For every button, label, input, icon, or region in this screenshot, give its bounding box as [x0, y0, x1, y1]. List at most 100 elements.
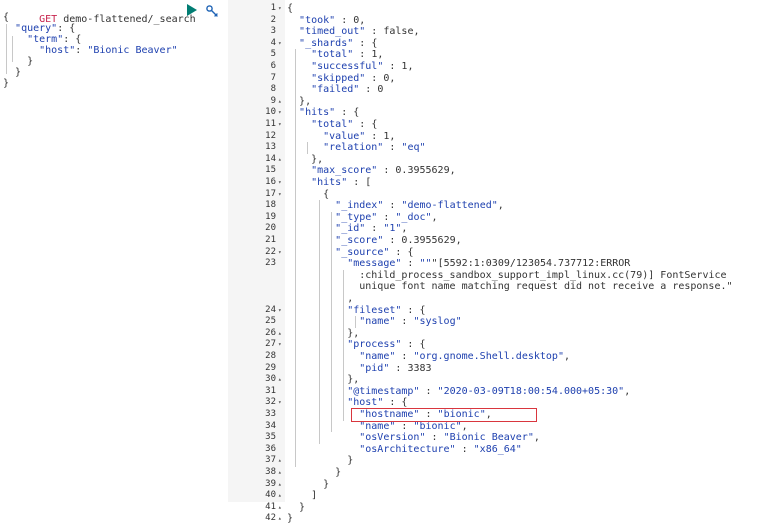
line-number: 20 [265, 223, 276, 234]
fold-expand-icon[interactable]: ▴ [278, 513, 284, 524]
response-line: } [335, 467, 342, 478]
line-number: 11 [265, 119, 276, 129]
line-number: 30 [265, 374, 276, 385]
line-number: 41 [265, 501, 276, 512]
line-number: 23 [265, 258, 276, 269]
line-number [256, 270, 276, 281]
line-number: 8 [270, 84, 276, 95]
request-method-line[interactable]: GET demo-flattened/_search [3, 2, 196, 25]
response-line: "failed" : 0 [311, 84, 384, 96]
response-viewer[interactable]: 1 ▾ 2 3 4 ▾ 5 6 7 8 9 ▴ 10 ▾ 11 ▾ 12 13 14 ▴ 15 16 ▾ 17 ▾ 18 19 20 2… [256, 0, 772, 524]
response-line: }, [347, 327, 360, 339]
fold-expand-icon[interactable]: ▴ [278, 96, 284, 107]
fold-expand-icon[interactable]: ▴ [278, 479, 284, 490]
run-request-button[interactable] [186, 4, 198, 16]
response-line: { [323, 188, 330, 200]
line-number: 17 [265, 188, 276, 199]
line-number-gutter: 1 ▾ 2 3 4 ▾ 5 6 7 8 9 ▴ 10 ▾ 11 ▾ 12 13 14 ▴ 15 16 ▾ 17 ▾ 18 19 20 2… [256, 0, 285, 523]
fold-collapse-icon[interactable]: ▾ [278, 397, 284, 408]
line-number: 37 [265, 455, 276, 466]
fold-expand-icon[interactable]: ▴ [278, 490, 284, 501]
response-line: "@timestamp" : "2020-03-09T18:00:54.000+… [347, 385, 631, 397]
line-number: 35 [265, 432, 276, 443]
line-number: 19 [265, 211, 276, 222]
fold-collapse-icon[interactable]: ▾ [278, 247, 284, 258]
line-number: 5 [270, 49, 276, 60]
response-line: "osArchitecture" : "x86_64" [359, 443, 522, 455]
fold-expand-icon[interactable]: ▴ [278, 328, 284, 339]
console-app: GET demo-flattened/_search { "query": { … [0, 0, 772, 524]
line-number: 12 [265, 130, 276, 141]
response-line: unique font name matching request did no… [287, 281, 733, 293]
line-number: 32 [265, 397, 276, 408]
response-line: "took" : 0, [299, 14, 366, 26]
indent-guide [307, 142, 309, 154]
request-editor[interactable]: GET demo-flattened/_search { "query": { … [0, 0, 228, 502]
line-number: 15 [265, 165, 276, 176]
request-settings-button[interactable] [205, 4, 219, 18]
response-line: }, [311, 153, 324, 165]
line-number: 1 [270, 3, 276, 13]
line-number: 21 [265, 235, 276, 245]
line-number: 22 [265, 246, 276, 257]
fold-collapse-icon[interactable]: ▾ [278, 177, 284, 188]
response-line: } [347, 455, 354, 467]
line-number [256, 293, 276, 304]
response-line: "message" : """[5592:1:0309/123054.73771… [347, 258, 631, 270]
response-line: ] [311, 490, 318, 502]
line-number: 27 [265, 339, 276, 350]
response-line: "pid" : 3383 [359, 362, 432, 374]
response-line: "name" : "org.gnome.Shell.desktop", [359, 351, 570, 362]
line-number: 18 [265, 200, 276, 211]
play-icon [187, 4, 197, 16]
response-line: "host" : { [347, 397, 408, 409]
fold-expand-icon[interactable]: ▴ [278, 502, 284, 513]
fold-collapse-icon[interactable]: ▾ [278, 107, 284, 118]
fold-collapse-icon[interactable]: ▾ [278, 3, 284, 14]
response-line: "hits" : [ [311, 177, 372, 188]
line-number: 2 [270, 14, 276, 25]
line-number: 13 [265, 142, 276, 153]
indent-guide [6, 24, 7, 74]
response-line: { [287, 3, 294, 14]
response-line: "osVersion" : "Bionic Beaver", [359, 432, 540, 444]
fold-expand-icon[interactable]: ▴ [278, 455, 284, 466]
fold-collapse-icon[interactable]: ▾ [278, 189, 284, 200]
indent-guide [343, 269, 345, 421]
indent-guide [331, 211, 333, 433]
indent-guide [319, 200, 321, 444]
line-number: 14 [265, 153, 276, 164]
response-line: "_score" : 0.3955629, [335, 235, 462, 246]
request-endpoint: demo-flattened/_search [63, 14, 196, 25]
line-number: 24 [265, 304, 276, 315]
line-number: 28 [265, 351, 276, 361]
response-line: } [323, 478, 330, 490]
fold-expand-icon[interactable]: ▴ [278, 467, 284, 478]
response-line: "timed_out" : false, [299, 26, 420, 38]
line-number: 38 [265, 467, 276, 477]
response-line: "name" : "syslog" [359, 316, 462, 328]
response-line: } [299, 501, 306, 513]
line-number [256, 281, 276, 292]
response-line: :child_process_sandbox_support_impl_linu… [287, 269, 727, 281]
fold-collapse-icon[interactable]: ▾ [278, 339, 284, 350]
os-version-highlight [351, 408, 537, 422]
fold-expand-icon[interactable]: ▴ [278, 374, 284, 385]
request-line[interactable]: } [3, 78, 9, 90]
fold-collapse-icon[interactable]: ▾ [278, 38, 284, 49]
indent-guide [355, 316, 357, 328]
response-line: "process" : { [347, 339, 426, 351]
response-line: "_shards" : { [299, 37, 378, 49]
pane-splitter[interactable] [228, 0, 256, 502]
line-number: 26 [265, 327, 276, 338]
response-line: } [287, 513, 294, 524]
line-number: 36 [265, 443, 276, 454]
line-number: 40 [265, 490, 276, 501]
line-number: 4 [270, 37, 276, 48]
line-number: 39 [265, 478, 276, 489]
wrench-icon [206, 5, 218, 17]
fold-collapse-icon[interactable]: ▾ [278, 119, 284, 130]
line-number: 31 [265, 385, 276, 396]
fold-expand-icon[interactable]: ▴ [278, 154, 284, 165]
fold-collapse-icon[interactable]: ▾ [278, 305, 284, 316]
